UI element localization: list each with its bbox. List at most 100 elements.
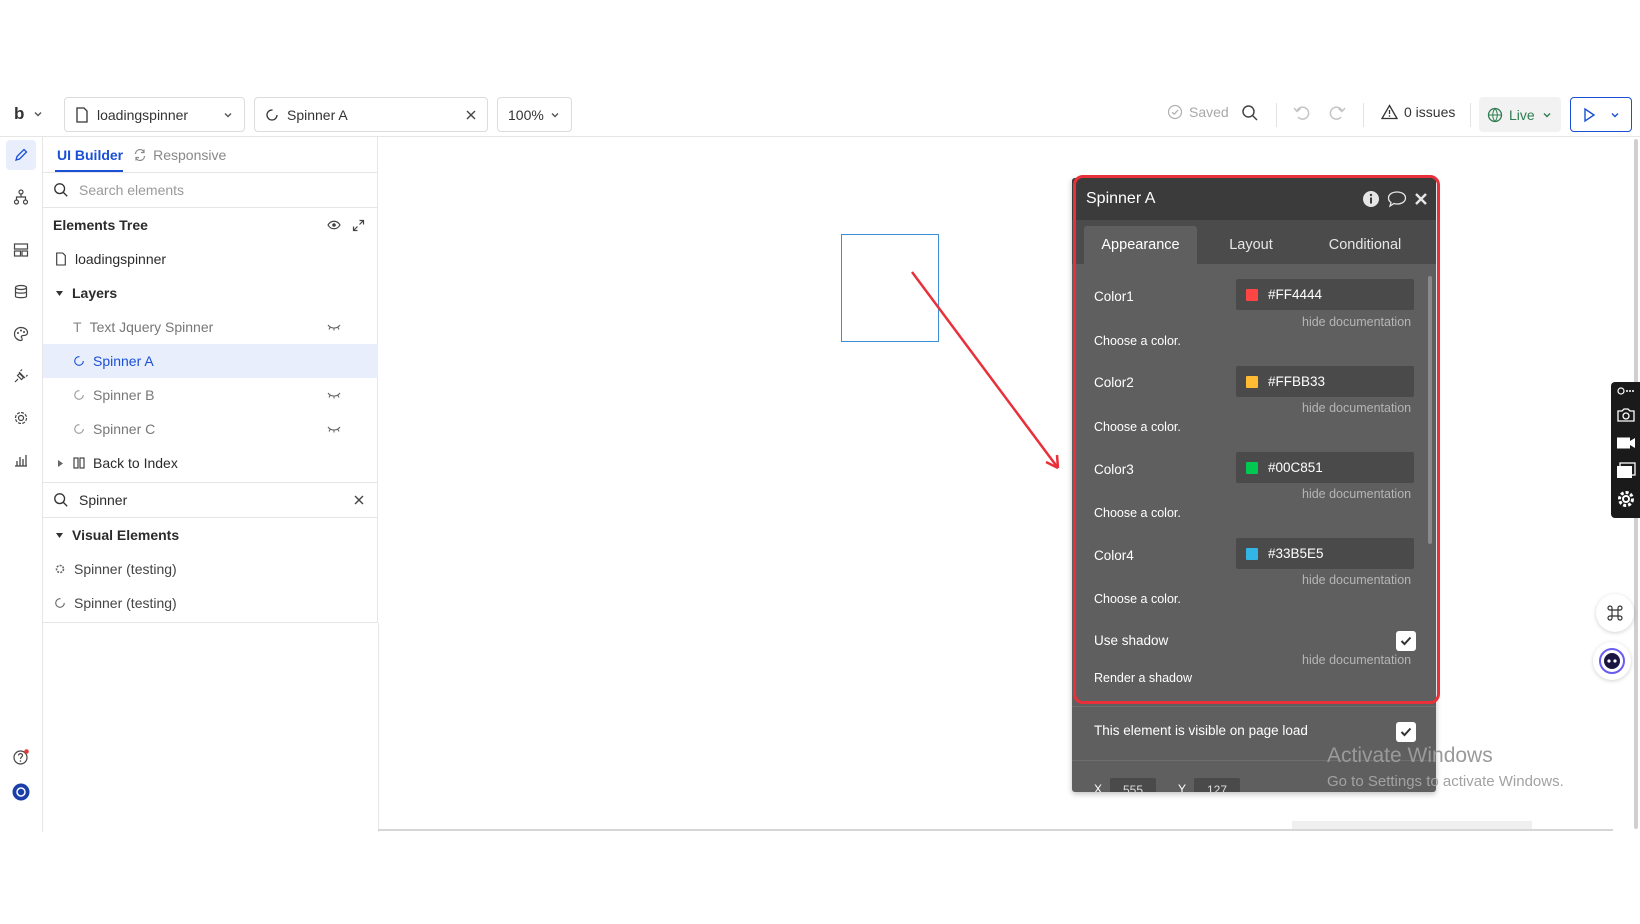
- visual-element-item[interactable]: Spinner (testing): [43, 552, 378, 586]
- page-selector[interactable]: loadingspinner: [64, 97, 245, 132]
- camera-icon: [1616, 408, 1635, 422]
- preview-button[interactable]: [1570, 97, 1632, 132]
- toolbar-settings-button[interactable]: [1614, 488, 1637, 510]
- chart-icon: [15, 455, 27, 467]
- canvas-bottom-bar: [1292, 821, 1532, 829]
- columns-icon: [73, 457, 85, 469]
- element-search[interactable]: Search elements: [43, 173, 378, 207]
- plugins-tab-button[interactable]: [6, 361, 36, 391]
- spinner-icon: [55, 598, 65, 608]
- layout-icon: [13, 243, 29, 257]
- gallery-button[interactable]: [1614, 460, 1637, 482]
- elements-tree-header: Elements Tree: [43, 208, 378, 242]
- layer-item[interactable]: Spinner C: [43, 412, 378, 446]
- tab-ui-builder[interactable]: UI Builder: [57, 147, 123, 163]
- y-input[interactable]: 127: [1194, 778, 1240, 792]
- chevron-down-icon: [34, 112, 42, 117]
- search-input[interactable]: Search elements: [79, 182, 184, 198]
- app-frame: b loadingspinner Spinner A 100% Saved 0 …: [0, 0, 1640, 924]
- tree-page-label: loadingspinner: [75, 251, 167, 267]
- caret-down-icon: [56, 290, 63, 296]
- layer-item[interactable]: T Text Jquery Spinner: [43, 310, 378, 344]
- palette-icon: [13, 326, 29, 342]
- chevron-down-icon: [551, 112, 559, 117]
- zoom-selector[interactable]: 100%: [497, 97, 572, 132]
- plug-icon: [14, 369, 28, 383]
- caret-down-icon: [56, 532, 63, 538]
- logs-tab-button[interactable]: [6, 445, 36, 475]
- record-button[interactable]: [1614, 432, 1637, 454]
- workflow-icon: [13, 189, 29, 205]
- activation-watermark-title: Activate Windows: [1327, 744, 1493, 767]
- divider: [1363, 103, 1364, 127]
- issues-button[interactable]: 0 issues: [1381, 104, 1455, 120]
- expand-icon[interactable]: [352, 219, 365, 232]
- element-selector[interactable]: Spinner A: [254, 97, 488, 132]
- help-icon: [13, 749, 29, 765]
- layer-item[interactable]: Back to Index: [43, 446, 378, 480]
- toolbar-menu-icon[interactable]: [1614, 384, 1637, 398]
- spinner-icon: [74, 424, 84, 434]
- redo-button[interactable]: [1328, 105, 1346, 121]
- elements-panel: UI Builder Responsive Search elements El…: [43, 137, 378, 623]
- command-icon: [1607, 605, 1623, 621]
- visual-elements-header[interactable]: Visual Elements: [43, 518, 378, 552]
- layers-header[interactable]: Layers: [43, 276, 378, 310]
- element-selector-label: Spinner A: [287, 106, 348, 123]
- design-tab-button[interactable]: [6, 140, 36, 170]
- live-selector[interactable]: Live: [1479, 97, 1561, 132]
- tab-responsive[interactable]: Responsive: [133, 147, 226, 163]
- screenshot-button[interactable]: [1614, 404, 1637, 426]
- saved-status: Saved: [1167, 104, 1229, 120]
- eye-closed-icon[interactable]: [327, 323, 341, 331]
- layer-label: Back to Index: [93, 455, 178, 471]
- page-icon: [76, 106, 88, 123]
- help-button[interactable]: [6, 742, 36, 772]
- styles-tab-button[interactable]: [6, 319, 36, 349]
- undo-button[interactable]: [1293, 105, 1311, 121]
- play-icon: [1584, 107, 1596, 122]
- divider: [1072, 706, 1436, 707]
- layer-label: Spinner C: [93, 421, 156, 437]
- search-icon: [54, 183, 68, 197]
- settings-tab-button[interactable]: [6, 403, 36, 433]
- logo: b: [14, 104, 25, 123]
- chevron-down-icon: [224, 112, 232, 117]
- close-icon[interactable]: [353, 494, 365, 506]
- warning-icon: [1381, 104, 1398, 120]
- layers-label: Layers: [72, 285, 118, 301]
- logo-menu[interactable]: b: [14, 104, 44, 124]
- layer-item-selected[interactable]: Spinner A: [43, 344, 378, 378]
- visible-on-load-label: This element is visible on page load: [1094, 723, 1308, 738]
- data-tab-button[interactable]: [6, 277, 36, 307]
- reusable-tab-button[interactable]: [6, 235, 36, 265]
- images-icon: [1616, 462, 1636, 478]
- visible-on-load-checkbox[interactable]: [1396, 722, 1416, 742]
- tree-page-item[interactable]: loadingspinner: [43, 242, 378, 276]
- visual-element-label: Spinner (testing): [74, 595, 177, 611]
- pencil-icon: [15, 148, 28, 161]
- visual-element-item[interactable]: Spinner (testing): [43, 586, 378, 620]
- caret-right-icon[interactable]: [57, 459, 64, 468]
- bot-icon: [1599, 648, 1625, 674]
- eye-icon[interactable]: [327, 219, 341, 231]
- shortcut-button[interactable]: [1596, 594, 1634, 632]
- eye-closed-icon[interactable]: [327, 425, 341, 433]
- saved-label: Saved: [1189, 104, 1229, 120]
- visual-search-input[interactable]: Spinner: [79, 492, 127, 508]
- x-input[interactable]: 555: [1110, 778, 1156, 792]
- check-icon: [1400, 727, 1412, 737]
- avatar-icon: [12, 783, 30, 801]
- workflow-tab-button[interactable]: [6, 182, 36, 212]
- assistant-button[interactable]: [1593, 642, 1631, 680]
- close-icon[interactable]: [465, 109, 477, 121]
- visual-search[interactable]: Spinner: [43, 483, 378, 517]
- eye-closed-icon[interactable]: [327, 391, 341, 399]
- left-rail: [0, 137, 43, 832]
- layer-label: Spinner A: [93, 353, 154, 369]
- spinner-icon: [74, 356, 84, 366]
- visual-element-label: Spinner (testing): [74, 561, 177, 577]
- account-button[interactable]: [6, 777, 36, 807]
- layer-item[interactable]: Spinner B: [43, 378, 378, 412]
- search-button[interactable]: [1241, 104, 1259, 122]
